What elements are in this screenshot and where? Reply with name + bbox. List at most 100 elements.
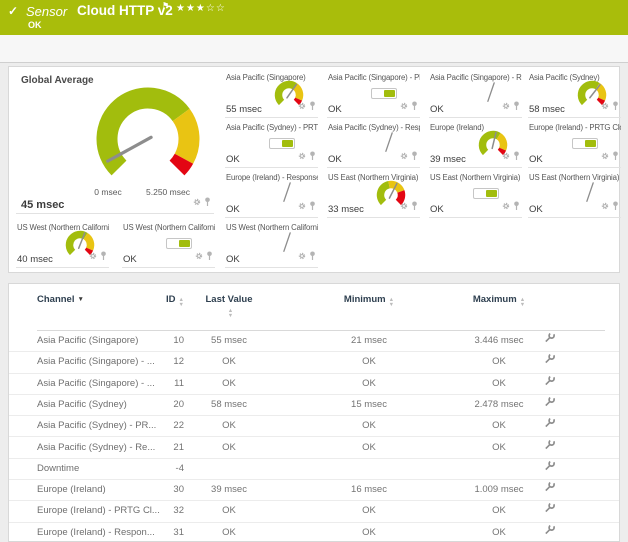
channel-gauge-panel[interactable]: Europe (Ireland) - Response C...OK [225, 171, 318, 218]
sort-icon: ▲▼ [520, 298, 525, 307]
gear-icon[interactable] [400, 147, 408, 165]
sort-desc-icon: ▼ [77, 296, 83, 303]
pin-icon[interactable] [309, 97, 316, 115]
channel-gauge-panel[interactable]: Asia Pacific (Sydney)58 msec [528, 71, 621, 118]
gear-icon[interactable] [601, 147, 609, 165]
channel-settings-wrench-icon[interactable] [539, 374, 559, 394]
gear-icon[interactable] [89, 247, 97, 265]
channel-gauge-panel[interactable]: Asia Pacific (Sydney) - Respo...OK [327, 121, 420, 168]
channel-gauge-panel[interactable]: US East (Northern Virginia)33 msec [327, 171, 420, 218]
channel-settings-wrench-icon[interactable] [539, 416, 559, 436]
last-value-cell: OK [189, 523, 269, 542]
ok-toggle-indicator [572, 136, 598, 154]
last-value-cell: 55 msec [189, 331, 269, 351]
global-average-panel[interactable]: Global Average 0 msec 5.250 msec 45 msec [16, 71, 214, 214]
gear-icon[interactable] [298, 247, 306, 265]
pin-icon[interactable] [411, 147, 418, 165]
channel-settings-wrench-icon[interactable] [539, 438, 559, 458]
channel-settings-wrench-icon[interactable] [539, 331, 559, 351]
channel-settings-wrench-icon[interactable] [539, 352, 559, 372]
gear-icon[interactable] [400, 97, 408, 115]
minimum-cell: OK [319, 523, 419, 542]
pin-icon[interactable] [513, 197, 520, 215]
channel-gauge-panel[interactable]: US East (Northern Virginia) - ...OK [528, 171, 621, 218]
pin-icon[interactable] [206, 247, 213, 265]
column-header-channel[interactable]: Channel▼ [37, 294, 84, 305]
channel-gauge-panel[interactable]: US East (Northern Virginia) - ... OK [429, 171, 522, 218]
minimum-cell: OK [319, 438, 419, 458]
channel-id-cell: 11 [127, 374, 184, 394]
pin-icon[interactable] [513, 147, 520, 165]
gear-icon[interactable] [601, 197, 609, 215]
pin-icon[interactable] [309, 247, 316, 265]
pin-icon[interactable] [612, 97, 619, 115]
gear-icon[interactable] [193, 193, 201, 211]
channel-gauge-panel[interactable]: US West (Northern California)...OK [225, 221, 318, 268]
channel-gauge-panel[interactable]: US West (Northern California)...OK [122, 221, 215, 268]
channel-gauge-panel[interactable]: Europe (Ireland) - PRTG Cloud...OK [528, 121, 621, 168]
gear-icon[interactable] [298, 97, 306, 115]
gear-icon[interactable] [298, 197, 306, 215]
gear-icon[interactable] [502, 197, 510, 215]
channel-settings-wrench-icon[interactable] [539, 395, 559, 415]
pin-icon[interactable] [411, 197, 418, 215]
channel-gauge-value: OK [328, 104, 342, 115]
last-value-cell: OK [189, 352, 269, 372]
channel-settings-wrench-icon[interactable] [539, 459, 559, 479]
channel-id-cell: 20 [127, 395, 184, 415]
pin-icon[interactable] [204, 193, 211, 211]
channel-gauge-panel[interactable]: Asia Pacific (Singapore)55 msec [225, 71, 318, 118]
table-row: Asia Pacific (Singapore) - ...12OKOKOK [9, 352, 619, 373]
ok-toggle-indicator [371, 86, 397, 104]
channel-gauge-value: 40 msec [17, 254, 53, 265]
channel-gauge-panel[interactable]: US West (Northern California)40 msec [16, 221, 109, 268]
gear-icon[interactable] [298, 147, 306, 165]
pin-icon[interactable] [411, 97, 418, 115]
pin-icon[interactable] [309, 197, 316, 215]
channel-settings-wrench-icon[interactable] [539, 480, 559, 500]
column-header-last-value[interactable]: Last Value▲▼ [205, 294, 253, 318]
channel-gauge-value: OK [529, 204, 543, 215]
gear-icon[interactable] [195, 247, 203, 265]
channel-gauge-value: OK [226, 154, 240, 165]
channel-id-cell: 31 [127, 523, 184, 542]
global-average-gauge [16, 75, 214, 194]
pin-icon[interactable] [513, 97, 520, 115]
channel-gauge-value: OK [430, 204, 444, 215]
channel-gauge-panel[interactable]: Asia Pacific (Singapore) - PR...OK [327, 71, 420, 118]
channel-gauge-panel[interactable]: Asia Pacific (Sydney) - PRTG ...OK [225, 121, 318, 168]
channel-gauge-value: 58 msec [529, 104, 565, 115]
channel-gauge-title: US East (Northern Virginia) - ... [430, 173, 522, 182]
column-header-maximum[interactable]: Maximum▲▼ [449, 294, 549, 307]
maximum-cell: OK [449, 374, 549, 394]
pin-icon[interactable] [612, 147, 619, 165]
maximum-cell: OK [449, 438, 549, 458]
channel-gauge-panel[interactable]: Asia Pacific (Singapore) - Res...OK [429, 71, 522, 118]
pin-icon[interactable] [309, 147, 316, 165]
sort-icon: ▲▼ [389, 298, 394, 307]
table-row: Asia Pacific (Singapore)1055 msec21 msec… [9, 331, 619, 352]
channel-settings-wrench-icon[interactable] [539, 501, 559, 521]
gear-icon[interactable] [400, 197, 408, 215]
gauges-card: Global Average 0 msec 5.250 msec 45 msec… [8, 66, 620, 273]
table-row: Downtime-4 [9, 459, 619, 480]
channel-gauge-panel[interactable]: Europe (Ireland)39 msec [429, 121, 522, 168]
column-header-minimum[interactable]: Minimum▲▼ [319, 294, 419, 307]
channel-gauge-value: OK [123, 254, 137, 265]
maximum-cell: OK [449, 523, 549, 542]
minimum-cell: 15 msec [319, 395, 419, 415]
gear-icon[interactable] [502, 147, 510, 165]
gear-icon[interactable] [502, 97, 510, 115]
global-average-value: 45 msec [21, 199, 64, 211]
pin-icon[interactable] [100, 247, 107, 265]
minimum-cell: OK [319, 352, 419, 372]
priority-stars[interactable]: ★★★☆☆ [176, 3, 226, 14]
table-row: Asia Pacific (Sydney) - Re...21OKOKOK [9, 438, 619, 459]
channel-settings-wrench-icon[interactable] [539, 523, 559, 542]
channel-id-cell: 30 [127, 480, 184, 500]
column-header-id[interactable]: ID▲▼ [127, 294, 184, 307]
gear-icon[interactable] [601, 97, 609, 115]
sensor-header: ✓ Sensor Cloud HTTP v2 ⚑ ★★★☆☆ OK [0, 0, 628, 35]
pin-icon[interactable] [612, 197, 619, 215]
sort-icon: ▲▼ [228, 309, 233, 318]
